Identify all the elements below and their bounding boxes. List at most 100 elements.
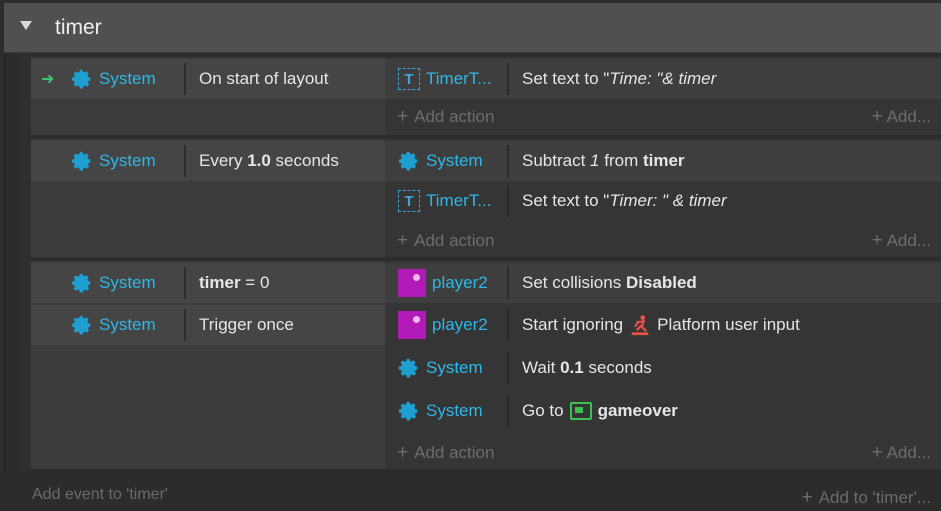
- actions-column[interactable]: System Subtract 1 from timer T TimerT...…: [385, 139, 941, 257]
- object-name: player2: [432, 315, 488, 334]
- actions-column[interactable]: player2 Set collisions Disabled player2 …: [385, 261, 941, 469]
- action-text-part: Set text to ": [522, 69, 610, 88]
- add-more-label: Add...: [886, 443, 931, 462]
- plus-icon: +: [871, 106, 883, 127]
- action-text-part: Set text to ": [522, 191, 610, 210]
- actions-column[interactable]: T TimerT... Set text to "Time: "& timer …: [385, 57, 941, 135]
- sprite-icon: [398, 311, 426, 339]
- action-param: Timer: " & timer: [609, 191, 727, 210]
- action-text[interactable]: Set text to "Timer: " & timer: [522, 191, 727, 211]
- condition-text[interactable]: Every 1.0 seconds: [199, 151, 339, 171]
- condition-text[interactable]: Trigger once: [199, 315, 294, 335]
- object-name: System: [99, 315, 156, 334]
- action-row[interactable]: T TimerT... Set text to "Timer: " & time…: [385, 181, 941, 221]
- conditions-column[interactable]: System timer = 0 System Trigger once: [31, 261, 385, 469]
- condition-row[interactable]: System Trigger once: [31, 305, 385, 345]
- object-name: System: [426, 401, 483, 420]
- action-object: System: [398, 391, 483, 431]
- condition-object: System: [71, 263, 156, 303]
- divider: [507, 145, 509, 177]
- object-name: System: [99, 273, 156, 292]
- condition-text-part: Every: [199, 151, 248, 170]
- collapse-triangle-icon[interactable]: [20, 21, 32, 30]
- plus-icon: +: [397, 442, 409, 463]
- add-to-group-button[interactable]: + Add to 'timer'...: [802, 487, 931, 509]
- event-block[interactable]: ➜ System On start of layout T TimerT... …: [31, 57, 941, 135]
- event-block[interactable]: System timer = 0 System Trigger once pla…: [31, 261, 941, 469]
- action-text[interactable]: Go to gameover: [522, 401, 678, 421]
- action-row[interactable]: player2 Set collisions Disabled: [385, 263, 941, 303]
- group-title: timer: [55, 16, 102, 39]
- condition-row[interactable]: System Every 1.0 seconds: [31, 141, 385, 181]
- condition-text-part: seconds: [270, 151, 339, 170]
- add-more-label: Add...: [886, 231, 931, 250]
- plus-icon: +: [801, 487, 813, 508]
- event-block[interactable]: System Every 1.0 seconds System Subtract…: [31, 139, 941, 257]
- add-more-button[interactable]: + Add...: [872, 230, 931, 252]
- action-param: 0.1: [560, 358, 584, 377]
- action-text[interactable]: Set collisions Disabled: [522, 273, 697, 293]
- action-row[interactable]: System Go to gameover: [385, 391, 941, 431]
- gear-icon: [71, 69, 91, 89]
- add-more-button[interactable]: + Add...: [872, 106, 931, 128]
- action-object: T TimerT...: [398, 59, 491, 99]
- conditions-column[interactable]: ➜ System On start of layout: [31, 57, 385, 135]
- object-name: System: [99, 151, 156, 170]
- add-action-label: Add action: [414, 443, 495, 462]
- gear-icon: [398, 358, 418, 378]
- group-rail: [4, 53, 6, 471]
- add-action-button[interactable]: + Add action: [397, 442, 494, 464]
- action-object: System: [398, 141, 483, 181]
- add-more-button[interactable]: + Add...: [872, 442, 931, 464]
- divider: [507, 185, 509, 217]
- plus-icon: +: [871, 230, 883, 251]
- condition-text[interactable]: On start of layout: [199, 69, 328, 89]
- add-more-label: Add...: [886, 107, 931, 126]
- action-row[interactable]: T TimerT... Set text to "Time: "& timer: [385, 59, 941, 99]
- action-object: player2: [398, 263, 488, 303]
- add-action-label: Add action: [414, 107, 495, 126]
- add-action-button[interactable]: + Add action: [397, 106, 494, 128]
- add-action-button[interactable]: + Add action: [397, 230, 494, 252]
- layout-icon: [569, 402, 592, 420]
- conditions-column[interactable]: System Every 1.0 seconds: [31, 139, 385, 257]
- divider: [507, 267, 509, 299]
- action-text[interactable]: Start ignoring Platform user input: [522, 314, 800, 336]
- divider: [184, 309, 186, 341]
- action-text-part: Wait: [522, 358, 561, 377]
- plus-icon: +: [871, 442, 883, 463]
- add-event-to-group[interactable]: Add event to 'timer': [32, 486, 168, 504]
- divider: [507, 309, 509, 341]
- platform-behavior-icon: [631, 315, 649, 336]
- object-name: TimerT...: [426, 69, 492, 88]
- condition-text[interactable]: timer = 0: [199, 273, 269, 293]
- action-text-part: from: [599, 151, 643, 170]
- text-object-icon: T: [398, 68, 420, 90]
- gear-icon: [71, 315, 91, 335]
- action-row[interactable]: player2 Start ignoring Platform user inp…: [385, 305, 941, 345]
- sprite-icon: [398, 269, 426, 297]
- condition-row[interactable]: System timer = 0: [31, 263, 385, 303]
- action-param: 1: [590, 151, 600, 170]
- action-param: gameover: [597, 401, 678, 420]
- text-object-icon: T: [398, 190, 420, 212]
- gear-icon: [71, 273, 91, 293]
- action-text[interactable]: Subtract 1 from timer: [522, 151, 685, 171]
- action-text-part: Go to: [522, 401, 564, 420]
- action-text[interactable]: Set text to "Time: "& timer: [522, 69, 716, 89]
- event-group-header[interactable]: timer: [4, 3, 941, 53]
- action-row[interactable]: System Subtract 1 from timer: [385, 141, 941, 181]
- event-margin: [19, 53, 31, 471]
- gear-icon: [398, 151, 418, 171]
- divider: [184, 63, 186, 95]
- condition-row[interactable]: ➜ System On start of layout: [31, 59, 385, 99]
- action-text-part: seconds: [583, 358, 652, 377]
- action-param: Disabled: [625, 273, 697, 292]
- condition-param: timer: [199, 273, 241, 292]
- action-text[interactable]: Wait 0.1 seconds: [522, 358, 652, 378]
- object-name: System: [99, 69, 156, 88]
- divider: [184, 145, 186, 177]
- action-text-expr: Time: "& timer: [609, 69, 717, 88]
- action-row[interactable]: System Wait 0.1 seconds: [385, 348, 941, 388]
- add-action-row: + Add action + Add...: [385, 221, 941, 261]
